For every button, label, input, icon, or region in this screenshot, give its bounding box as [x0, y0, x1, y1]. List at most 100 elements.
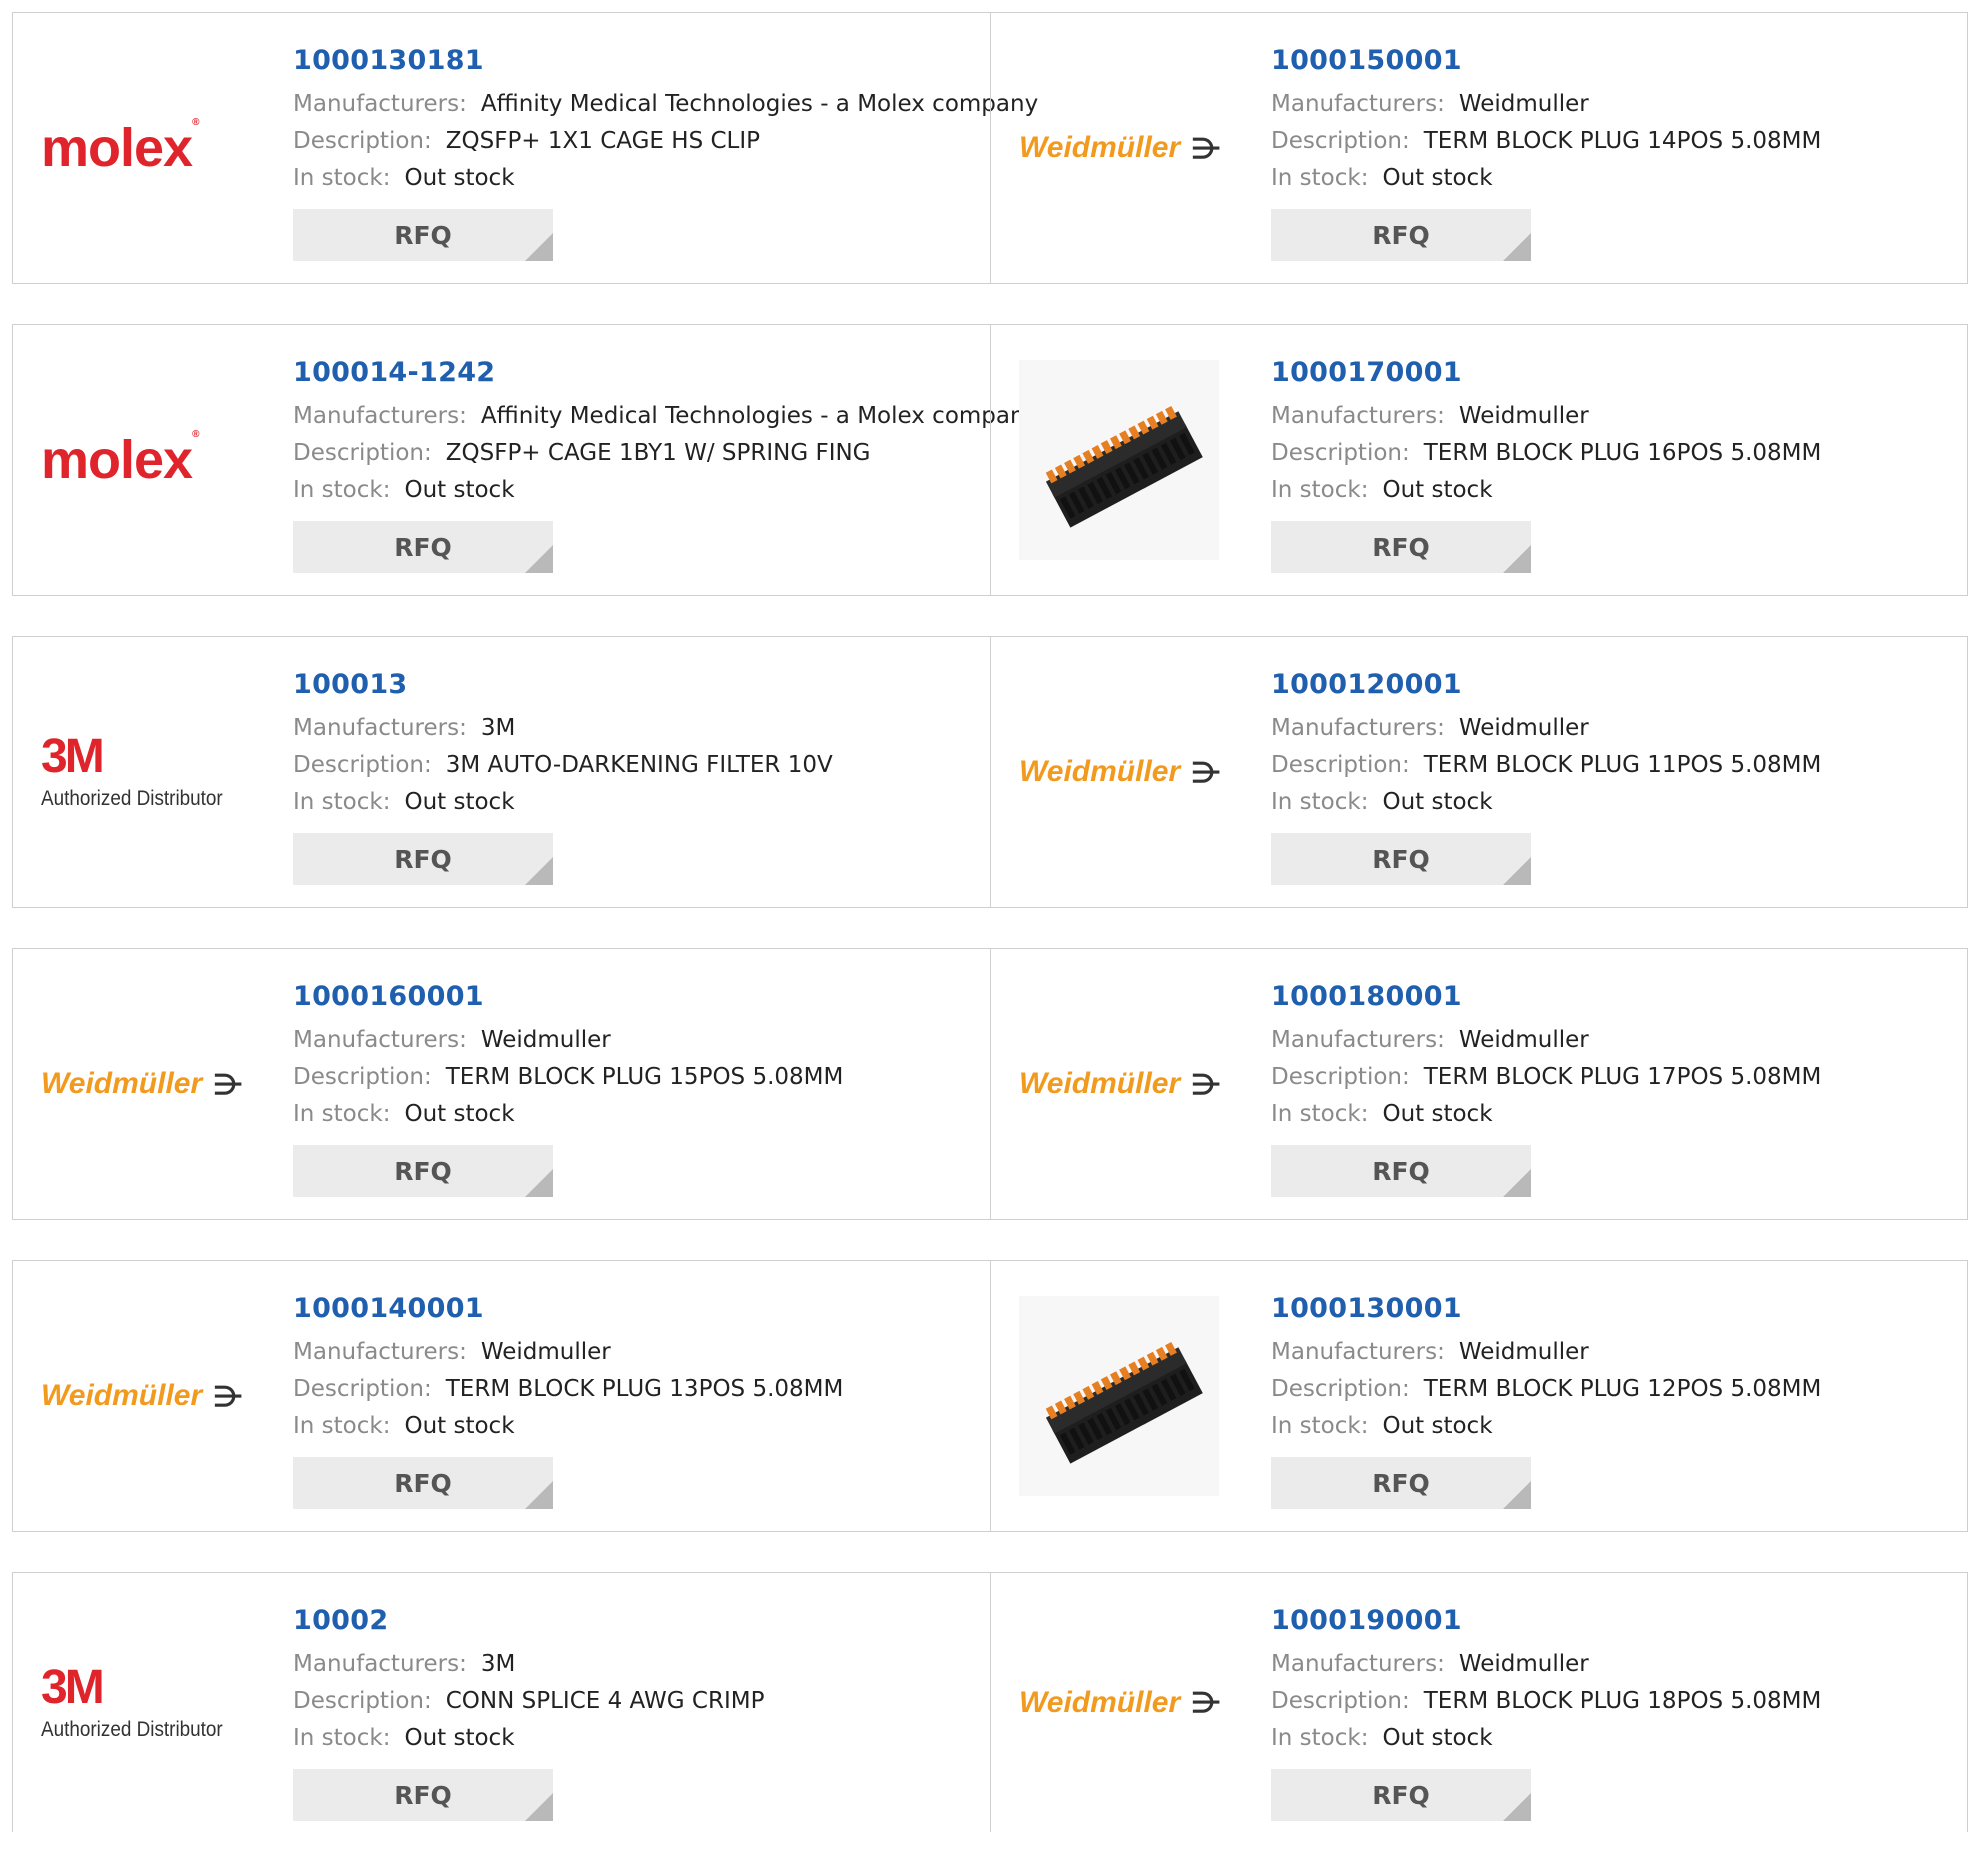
description-line: Description: TERM BLOCK PLUG 12POS 5.08MM — [1271, 1371, 1967, 1408]
manufacturer-value: Weidmuller — [480, 1339, 611, 1365]
stock-line: In stock: Out stock — [1271, 784, 1967, 821]
stock-value: Out stock — [1382, 1725, 1493, 1751]
stock-value: Out stock — [404, 789, 515, 815]
product-photo — [1019, 360, 1219, 560]
rfq-button[interactable]: RFQ — [293, 833, 553, 885]
weidmuller-mark-icon: ⋺ — [214, 1068, 243, 1100]
description-value: TERM BLOCK PLUG 11POS 5.08MM — [1423, 752, 1822, 778]
rfq-button[interactable]: RFQ — [1271, 1457, 1531, 1509]
3m-wordmark: 3M — [41, 1660, 105, 1714]
manufacturer-logo[interactable] — [1019, 1261, 1239, 1531]
rfq-button[interactable]: RFQ — [1271, 209, 1531, 261]
weidmuller-logo: Weidmüller ⋺ — [1019, 1686, 1220, 1720]
description-label: Description: — [293, 440, 432, 466]
part-number-link[interactable]: 1000130181 — [293, 45, 990, 76]
manufacturer-line: Manufacturers: Affinity Medical Technolog… — [293, 86, 1038, 123]
rfq-button[interactable]: RFQ — [1271, 1145, 1531, 1197]
manufacturers-label: Manufacturers: — [293, 1339, 467, 1365]
manufacturer-line: Manufacturers: Weidmuller — [293, 1334, 990, 1371]
manufacturer-value: Affinity Medical Technologies - a Molex … — [480, 403, 1039, 429]
rfq-button[interactable]: RFQ — [293, 1457, 553, 1509]
in-stock-label: In stock: — [1271, 1101, 1369, 1127]
weidmuller-logo: Weidmüller ⋺ — [1019, 755, 1220, 789]
manufacturer-logo[interactable]: Weidmüller ⋺ — [1019, 13, 1239, 283]
part-number-link[interactable]: 1000120001 — [1271, 669, 1967, 700]
manufacturers-label: Manufacturers: — [1271, 1027, 1445, 1053]
manufacturer-logo[interactable]: Weidmüller ⋺ — [41, 949, 261, 1219]
stock-line: In stock: Out stock — [293, 784, 990, 821]
manufacturer-line: Manufacturers: Weidmuller — [1271, 1022, 1967, 1059]
manufacturers-label: Manufacturers: — [1271, 91, 1445, 117]
rfq-button[interactable]: RFQ — [293, 209, 553, 261]
weidmuller-mark-icon: ⋺ — [1192, 756, 1221, 788]
part-number-link[interactable]: 1000140001 — [293, 1293, 990, 1324]
part-number-link[interactable]: 1000170001 — [1271, 357, 1967, 388]
product-card: Weidmüller ⋺ 1000160001 Manufacturers: Wei… — [13, 949, 990, 1219]
product-info: 1000130181 Manufacturers: Affinity Medica… — [293, 45, 1038, 261]
part-number-link[interactable]: 1000150001 — [1271, 45, 1967, 76]
stock-value: Out stock — [404, 477, 515, 503]
part-number-link[interactable]: 1000160001 — [293, 981, 990, 1012]
stock-line: In stock: Out stock — [293, 1720, 990, 1757]
corner-triangle-icon — [525, 857, 553, 885]
molex-logo: molex® — [41, 429, 200, 491]
stock-line: In stock: Out stock — [1271, 160, 1967, 197]
rfq-button[interactable]: RFQ — [293, 1145, 553, 1197]
manufacturers-label: Manufacturers: — [1271, 1651, 1445, 1677]
manufacturer-line: Manufacturers: 3M — [293, 1646, 990, 1683]
molex-wordmark: molex — [41, 430, 193, 490]
manufacturer-value: Weidmuller — [1458, 715, 1589, 741]
product-card: Weidmüller ⋺ 1000190001 Manufacturers: Wei… — [990, 1573, 1967, 1832]
product-info: 1000180001 Manufacturers: Weidmuller Desc… — [1271, 981, 1967, 1197]
rfq-label: RFQ — [1372, 220, 1430, 250]
rfq-button[interactable]: RFQ — [1271, 1769, 1531, 1821]
manufacturer-logo[interactable]: molex® — [41, 13, 261, 283]
manufacturers-label: Manufacturers: — [293, 1027, 467, 1053]
manufacturer-logo[interactable]: 3M Authorized Distributor — [41, 1573, 261, 1832]
description-value: TERM BLOCK PLUG 14POS 5.08MM — [1423, 128, 1822, 154]
part-number-link[interactable]: 1000130001 — [1271, 1293, 1967, 1324]
part-number-link[interactable]: 1000190001 — [1271, 1605, 1967, 1636]
product-photo — [1019, 1296, 1219, 1496]
weidmuller-mark-icon: ⋺ — [1192, 1068, 1221, 1100]
description-line: Description: TERM BLOCK PLUG 13POS 5.08MM — [293, 1371, 990, 1408]
stock-value: Out stock — [1382, 1101, 1493, 1127]
manufacturer-value: 3M — [480, 1651, 516, 1677]
corner-triangle-icon — [525, 233, 553, 261]
manufacturer-logo[interactable]: Weidmüller ⋺ — [1019, 1573, 1239, 1832]
manufacturer-logo[interactable]: Weidmüller ⋺ — [41, 1261, 261, 1531]
manufacturer-logo[interactable]: Weidmüller ⋺ — [1019, 949, 1239, 1219]
rfq-button[interactable]: RFQ — [1271, 521, 1531, 573]
in-stock-label: In stock: — [293, 789, 391, 815]
manufacturer-value: Weidmuller — [1458, 1651, 1589, 1677]
manufacturer-logo[interactable]: 3M Authorized Distributor — [41, 637, 261, 907]
weidmuller-mark-icon: ⋺ — [214, 1380, 243, 1412]
manufacturer-value: Weidmuller — [1458, 91, 1589, 117]
description-value: 3M AUTO-DARKENING FILTER 10V — [445, 752, 833, 778]
rfq-button[interactable]: RFQ — [1271, 833, 1531, 885]
manufacturers-label: Manufacturers: — [1271, 715, 1445, 741]
part-number-link[interactable]: 100013 — [293, 669, 990, 700]
corner-triangle-icon — [1503, 545, 1531, 573]
manufacturer-logo[interactable]: Weidmüller ⋺ — [1019, 637, 1239, 907]
molex-logo: molex® — [41, 117, 200, 179]
rfq-button[interactable]: RFQ — [293, 1769, 553, 1821]
manufacturers-label: Manufacturers: — [1271, 403, 1445, 429]
part-number-link[interactable]: 100014-1242 — [293, 357, 990, 388]
corner-triangle-icon — [525, 1169, 553, 1197]
manufacturers-label: Manufacturers: — [293, 91, 467, 117]
description-line: Description: TERM BLOCK PLUG 14POS 5.08MM — [1271, 123, 1967, 160]
description-label: Description: — [293, 1688, 432, 1714]
product-card: molex® 1000130181 Manufacturers: Affinity… — [13, 13, 1038, 283]
rfq-button[interactable]: RFQ — [293, 521, 553, 573]
part-number-link[interactable]: 1000180001 — [1271, 981, 1967, 1012]
terminal-block-image — [1045, 405, 1203, 528]
manufacturer-logo[interactable] — [1019, 325, 1239, 595]
part-number-link[interactable]: 10002 — [293, 1605, 990, 1636]
rfq-label: RFQ — [1372, 1468, 1430, 1498]
product-card: Weidmüller ⋺ 1000140001 Manufacturers: Wei… — [13, 1261, 990, 1531]
rfq-label: RFQ — [394, 1780, 452, 1810]
product-grid: molex® 1000130181 Manufacturers: Affinity… — [12, 12, 1968, 1872]
manufacturer-logo[interactable]: molex® — [41, 325, 261, 595]
stock-value: Out stock — [404, 1101, 515, 1127]
